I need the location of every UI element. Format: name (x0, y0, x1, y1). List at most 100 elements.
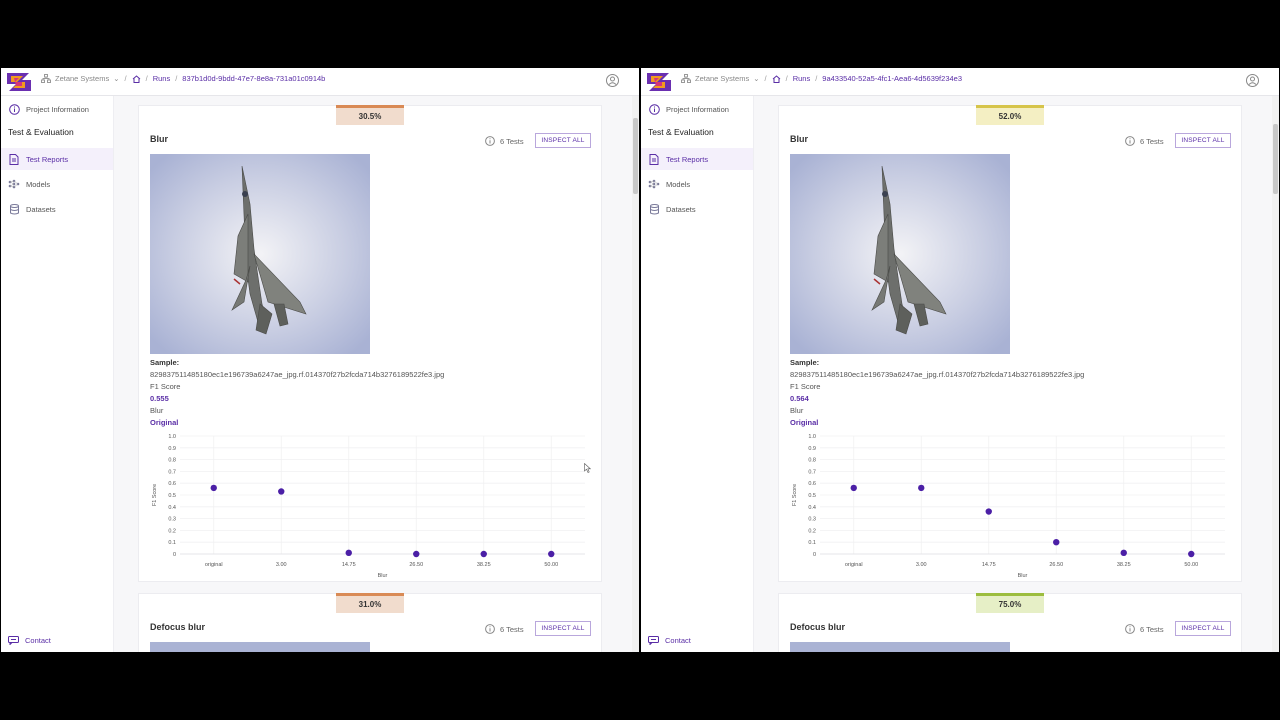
f1-score-chart: 1.0 0.9 0.8 0.7 0.6 0.5 0.4 0.3 0.2 0.1 0 original 3… (792, 434, 1225, 578)
org-selector[interactable]: Zetane Systems ⌄ (41, 74, 120, 83)
data-point (918, 484, 925, 492)
sidebar-section-title: Test & Evaluation (8, 127, 74, 137)
x-tick-label: 14.75 (982, 562, 996, 568)
info-icon (1125, 624, 1135, 634)
metric-label: F1 Score (790, 382, 821, 391)
score-badge: 75.0% (976, 593, 1044, 613)
contact-label: Contact (665, 635, 691, 645)
sidebar-item-label: Datasets (666, 204, 696, 214)
test-card-blur: 30.5% Blur 6 Tests INSPECT ALL Sample: 8… (138, 105, 602, 582)
score-badge: 30.5% (336, 105, 404, 125)
y-tick-label: 0.9 (168, 446, 176, 452)
breadcrumb: Zetane Systems ⌄ / / Runs / 9a433540-52a… (681, 74, 962, 83)
sidebar-item-datasets[interactable]: Datasets (641, 198, 753, 220)
sidebar-item-models[interactable]: Models (641, 173, 753, 195)
zetane-logo-icon[interactable] (645, 71, 673, 93)
inspect-all-button[interactable]: INSPECT ALL (535, 133, 591, 148)
zetane-logo-icon[interactable] (5, 71, 33, 93)
sidebar-contact-link[interactable]: Contact (641, 632, 691, 648)
jet-fighter-image (790, 154, 1010, 354)
breadcrumb-separator: / (764, 74, 767, 83)
user-account-icon[interactable] (606, 74, 619, 87)
sample-image[interactable] (790, 154, 1010, 354)
sidebar-item-project-information[interactable]: Project Information (641, 98, 753, 120)
tests-count: 6 Tests (485, 624, 524, 634)
data-point (1120, 549, 1127, 557)
sidebar-item-label: Project Information (666, 104, 729, 114)
breadcrumb-run-id[interactable]: 837b1d0d-9bdd-47e7-8e8a-731a01c0914b (182, 74, 325, 83)
sidebar-item-models[interactable]: Models (1, 173, 113, 195)
sidebar-item-label: Test Reports (666, 154, 709, 164)
breadcrumb-separator: / (124, 74, 127, 83)
score-badge: 31.0% (336, 593, 404, 613)
sidebar-item-test-reports[interactable]: Test Reports (641, 148, 753, 170)
sample-image[interactable] (150, 154, 370, 354)
metric-value: 0.555 (150, 394, 169, 403)
sample-image[interactable] (790, 642, 1010, 652)
home-icon[interactable] (772, 74, 781, 83)
y-tick-label: 0.5 (808, 493, 816, 499)
test-card-defocus-blur: 75.0% Defocus blur 6 Tests INSPECT ALL (778, 593, 1242, 652)
sidebar-contact-link[interactable]: Contact (1, 632, 51, 648)
x-tick-label: 3.00 (276, 562, 287, 568)
scrollbar[interactable] (632, 96, 639, 652)
sidebar-item-datasets[interactable]: Datasets (1, 198, 113, 220)
inspect-all-button[interactable]: INSPECT ALL (535, 621, 591, 636)
inspect-all-button[interactable]: INSPECT ALL (1175, 133, 1231, 148)
right-browser-pane: Zetane Systems ⌄ / / Runs / 9a433540-52a… (641, 68, 1279, 652)
data-point (548, 550, 555, 558)
x-tick-label: 14.75 (342, 562, 356, 568)
breadcrumb-runs-link[interactable]: Runs (793, 74, 811, 83)
sidebar-item-label: Models (26, 179, 51, 189)
breadcrumb-run-id[interactable]: 9a433540-52a5-4fc1-Aea6-4d5639f234e3 (822, 74, 962, 83)
original-label: Original (790, 418, 819, 427)
top-bar: Zetane Systems ⌄ / / Runs / 9a433540-52a… (641, 68, 1279, 96)
y-axis-label: F1 Score (792, 484, 798, 506)
tests-count: 6 Tests (1125, 624, 1164, 634)
tests-count: 6 Tests (485, 136, 524, 146)
sidebar-item-label: Test Reports (26, 154, 69, 164)
info-icon (485, 624, 495, 634)
scrollbar-thumb[interactable] (1273, 124, 1278, 194)
inspect-all-button[interactable]: INSPECT ALL (1175, 621, 1231, 636)
perturbation-label: Blur (790, 406, 804, 415)
x-tick-label: 3.00 (916, 562, 927, 568)
y-tick-label: 0.7 (168, 469, 176, 475)
breadcrumb-runs-link[interactable]: Runs (153, 74, 171, 83)
y-tick-label: 0.8 (808, 458, 816, 464)
y-axis-label: F1 Score (152, 484, 158, 506)
chevron-down-icon: ⌄ (113, 74, 120, 83)
original-label: Original (150, 418, 179, 427)
y-tick-label: 0.2 (808, 528, 816, 534)
sidebar-item-project-information[interactable]: Project Information (1, 98, 113, 120)
sample-image[interactable] (150, 642, 370, 652)
org-selector[interactable]: Zetane Systems ⌄ (681, 74, 760, 83)
sample-filename: 829837511485180ec1e196739a6247ae_jpg.rf.… (150, 370, 445, 379)
top-bar: Zetane Systems ⌄ / / Runs / 837b1d0d-9bd… (1, 68, 639, 96)
info-icon (1125, 136, 1135, 146)
f1-score-chart: 1.0 0.9 0.8 0.7 0.6 0.5 0.4 0.3 0.2 0.1 0 original 3… (152, 434, 585, 578)
x-tick-label: 26.50 (1049, 562, 1063, 568)
main-content: 30.5% Blur 6 Tests INSPECT ALL Sample: 8… (114, 96, 639, 652)
x-tick-label: 50.00 (544, 562, 558, 568)
database-icon (8, 203, 20, 215)
home-icon[interactable] (132, 74, 141, 83)
org-tree-icon (681, 74, 691, 83)
x-tick-label: 38.25 (1117, 562, 1131, 568)
model-icon (8, 178, 20, 190)
database-icon (648, 203, 660, 215)
sample-filename: 829837511485180ec1e196739a6247ae_jpg.rf.… (790, 370, 1085, 379)
data-point (210, 484, 217, 492)
contact-label: Contact (25, 635, 51, 645)
user-account-icon[interactable] (1246, 74, 1259, 87)
scrollbar-thumb[interactable] (633, 118, 638, 194)
tests-count-label: 6 Tests (1140, 624, 1164, 634)
card-title: Blur (790, 134, 808, 144)
scrollbar[interactable] (1272, 96, 1279, 652)
data-point (480, 550, 487, 558)
data-point (413, 550, 420, 558)
y-tick-label: 0 (173, 552, 176, 558)
x-axis-label: Blur (1018, 573, 1028, 578)
data-point (985, 508, 992, 515)
sidebar-item-test-reports[interactable]: Test Reports (1, 148, 113, 170)
